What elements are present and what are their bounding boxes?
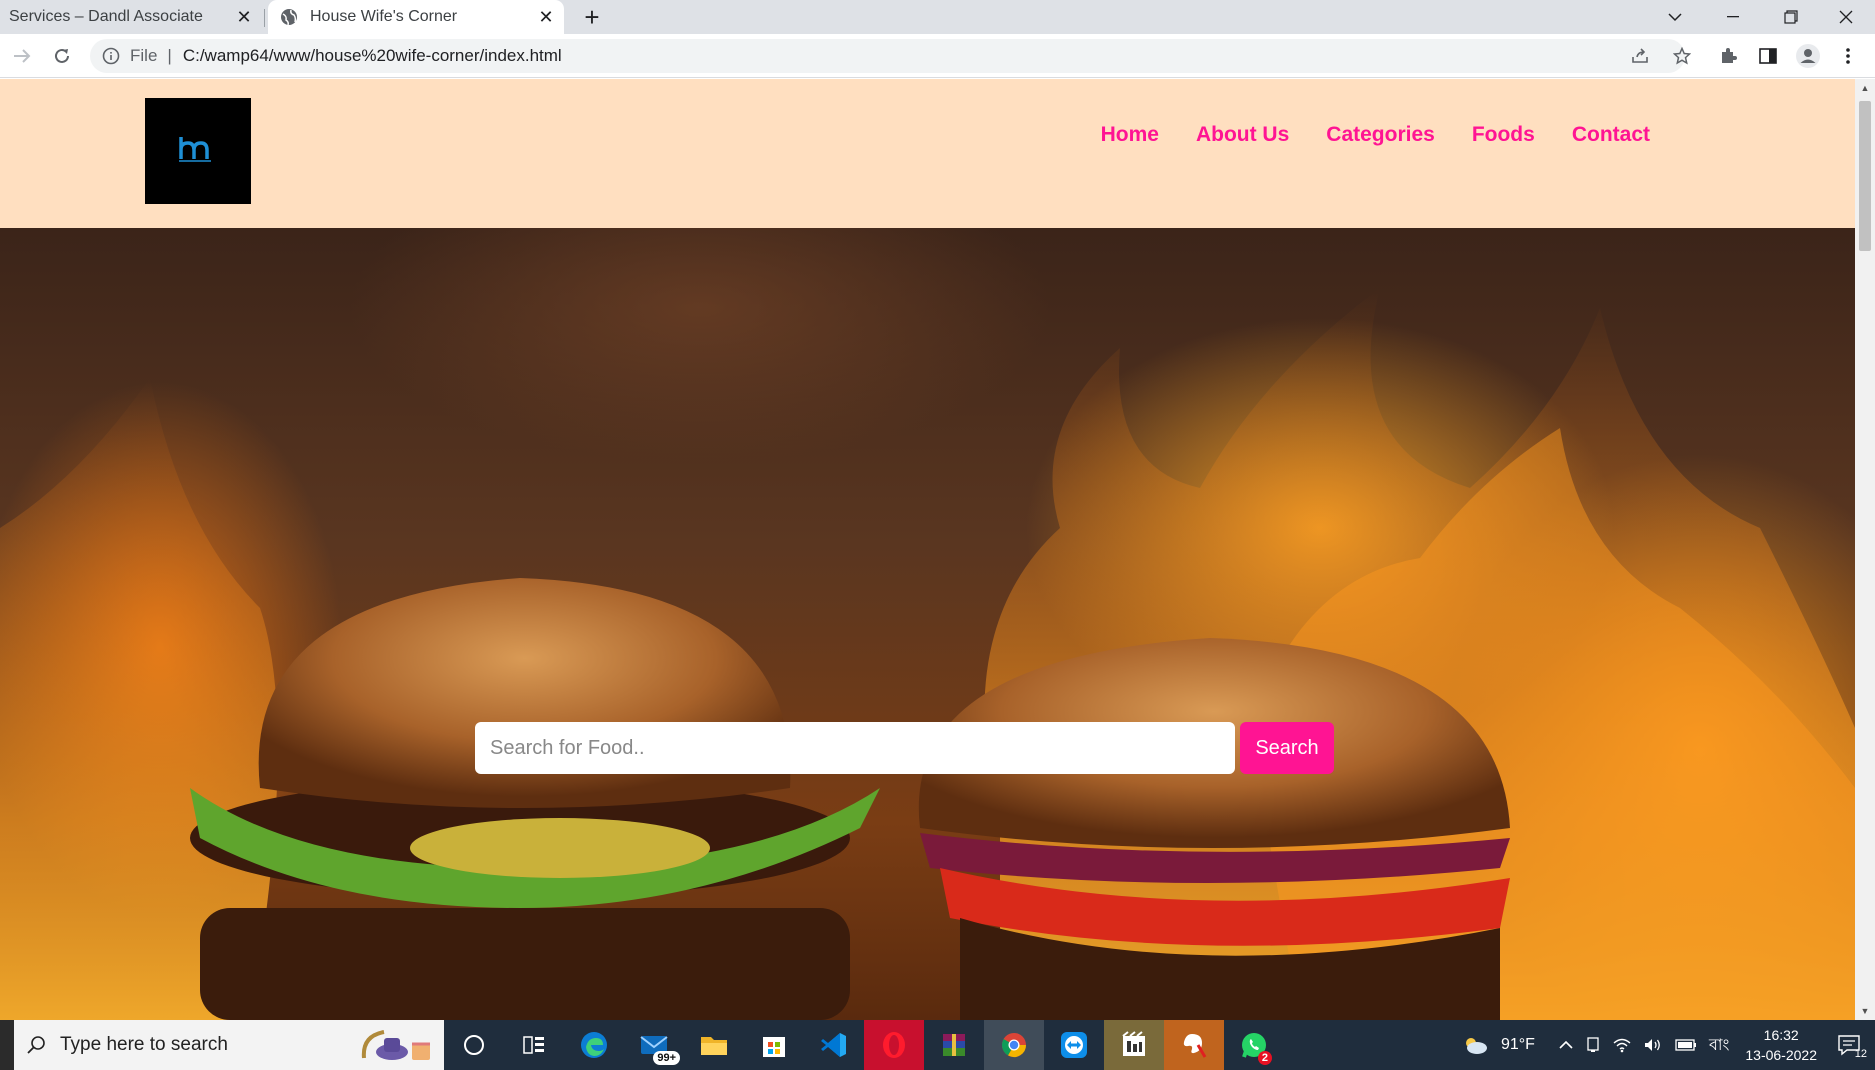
scheme-label: File	[130, 46, 158, 65]
nav-contact-link[interactable]: Contact	[1572, 123, 1650, 147]
site-logo[interactable]	[145, 98, 251, 204]
cortana-icon[interactable]	[444, 1020, 504, 1070]
notifications-icon[interactable]: 12	[1837, 1034, 1867, 1060]
tab-separator	[264, 9, 265, 27]
volume-icon[interactable]	[1643, 1037, 1663, 1053]
nav-home-link[interactable]: Home	[1101, 123, 1159, 147]
site-header: Home About Us Categories Foods Contact	[0, 79, 1855, 228]
store-icon[interactable]	[744, 1020, 804, 1070]
edge-icon[interactable]	[564, 1020, 624, 1070]
scroll-thumb[interactable]	[1859, 101, 1871, 251]
search-button[interactable]: Search	[1240, 722, 1334, 774]
scroll-down-arrow-icon[interactable]: ▼	[1860, 1006, 1870, 1016]
scroll-up-arrow-icon[interactable]: ▲	[1860, 83, 1870, 93]
weather-temperature[interactable]: 91°F	[1501, 1036, 1535, 1054]
scheme-divider: |	[167, 46, 172, 65]
nav-foods-link[interactable]: Foods	[1472, 123, 1535, 147]
page-scrollbar[interactable]: ▲ ▼	[1855, 79, 1875, 1020]
clock-date: 13-06-2022	[1745, 1047, 1817, 1063]
burger-flames-image	[0, 288, 1855, 1020]
page-viewport: Home About Us Categories Foods Contact S…	[0, 79, 1875, 1020]
media-app-icon[interactable]	[1104, 1020, 1164, 1070]
clock[interactable]: 16:32 13-06-2022	[1745, 1025, 1817, 1065]
wifi-icon[interactable]	[1613, 1037, 1631, 1053]
weather-icon[interactable]	[1461, 1035, 1489, 1055]
system-tray: 91°F বাং 16:32 13-06-2022 12	[1455, 1020, 1875, 1070]
opera-icon[interactable]	[864, 1020, 924, 1070]
search-highlight-icon	[354, 1026, 434, 1064]
tab-house-wifes-corner[interactable]: House Wife's Corner ✕	[268, 0, 564, 34]
mail-badge: 99+	[653, 1051, 680, 1065]
vscode-icon[interactable]	[804, 1020, 864, 1070]
reload-icon[interactable]	[46, 40, 78, 72]
bookmark-star-icon[interactable]	[1666, 40, 1698, 72]
close-tab-icon[interactable]: ✕	[534, 5, 558, 29]
file-explorer-icon[interactable]	[684, 1020, 744, 1070]
mail-icon[interactable]: 99+	[624, 1020, 684, 1070]
clock-time: 16:32	[1763, 1027, 1799, 1043]
taskbar-search-placeholder: Type here to search	[60, 1034, 228, 1055]
url-text: C:/wamp64/www/house%20wife-corner/index.…	[182, 46, 562, 65]
chevron-up-icon[interactable]	[1559, 1040, 1573, 1050]
hero-banner: Search	[0, 228, 1855, 1020]
task-view-icon[interactable]	[504, 1020, 564, 1070]
logo-mark	[179, 137, 211, 162]
forward-icon[interactable]	[6, 40, 38, 72]
whatsapp-icon[interactable]: 2	[1224, 1020, 1284, 1070]
new-tab-button[interactable]: +	[578, 0, 606, 34]
close-tab-icon[interactable]: ✕	[232, 5, 256, 29]
food-search-form: Search	[475, 722, 1334, 774]
tab-services[interactable]: Services – Dandl Associate ✕	[0, 0, 262, 34]
start-button[interactable]	[0, 1020, 14, 1070]
food-search-input[interactable]	[475, 722, 1235, 774]
meet-now-icon[interactable]	[1585, 1037, 1601, 1053]
battery-icon[interactable]	[1675, 1039, 1697, 1051]
nav-about-link[interactable]: About Us	[1196, 123, 1289, 147]
search-icon	[27, 1036, 45, 1054]
close-window-icon[interactable]	[1817, 0, 1875, 34]
tab-search-icon[interactable]	[1646, 0, 1704, 34]
tab-title: House Wife's Corner	[310, 8, 458, 25]
site-info-icon[interactable]	[102, 47, 120, 65]
paint-app-icon[interactable]	[1164, 1020, 1224, 1070]
browser-menu-icon[interactable]	[1832, 40, 1864, 72]
restore-icon[interactable]	[1762, 0, 1820, 34]
whatsapp-badge: 2	[1257, 1051, 1272, 1065]
tab-strip: Services – Dandl Associate ✕ House Wife'…	[0, 0, 1875, 34]
extensions-icon[interactable]	[1712, 40, 1744, 72]
minimize-icon[interactable]	[1704, 0, 1762, 34]
windows-taskbar: Type here to search 99+ 2 91°F বাং 16:32…	[0, 1020, 1875, 1070]
nav-categories-link[interactable]: Categories	[1326, 123, 1435, 147]
globe-icon	[280, 8, 298, 26]
omnibox[interactable]: File | C:/wamp64/www/house%20wife-corner…	[90, 39, 1685, 73]
profile-avatar-icon[interactable]	[1792, 40, 1824, 72]
taskbar-search-box[interactable]: Type here to search	[14, 1020, 444, 1070]
side-panel-icon[interactable]	[1752, 40, 1784, 72]
tab-title: Services – Dandl Associate	[9, 8, 203, 25]
chrome-icon[interactable]	[984, 1020, 1044, 1070]
notification-count: 12	[1854, 1048, 1867, 1060]
winrar-icon[interactable]	[924, 1020, 984, 1070]
main-nav: Home About Us Categories Foods Contact	[1101, 123, 1650, 147]
input-language[interactable]: বাং	[1709, 1032, 1729, 1059]
share-icon[interactable]	[1624, 40, 1656, 72]
address-toolbar: File | C:/wamp64/www/house%20wife-corner…	[0, 34, 1875, 78]
teamviewer-icon[interactable]	[1044, 1020, 1104, 1070]
